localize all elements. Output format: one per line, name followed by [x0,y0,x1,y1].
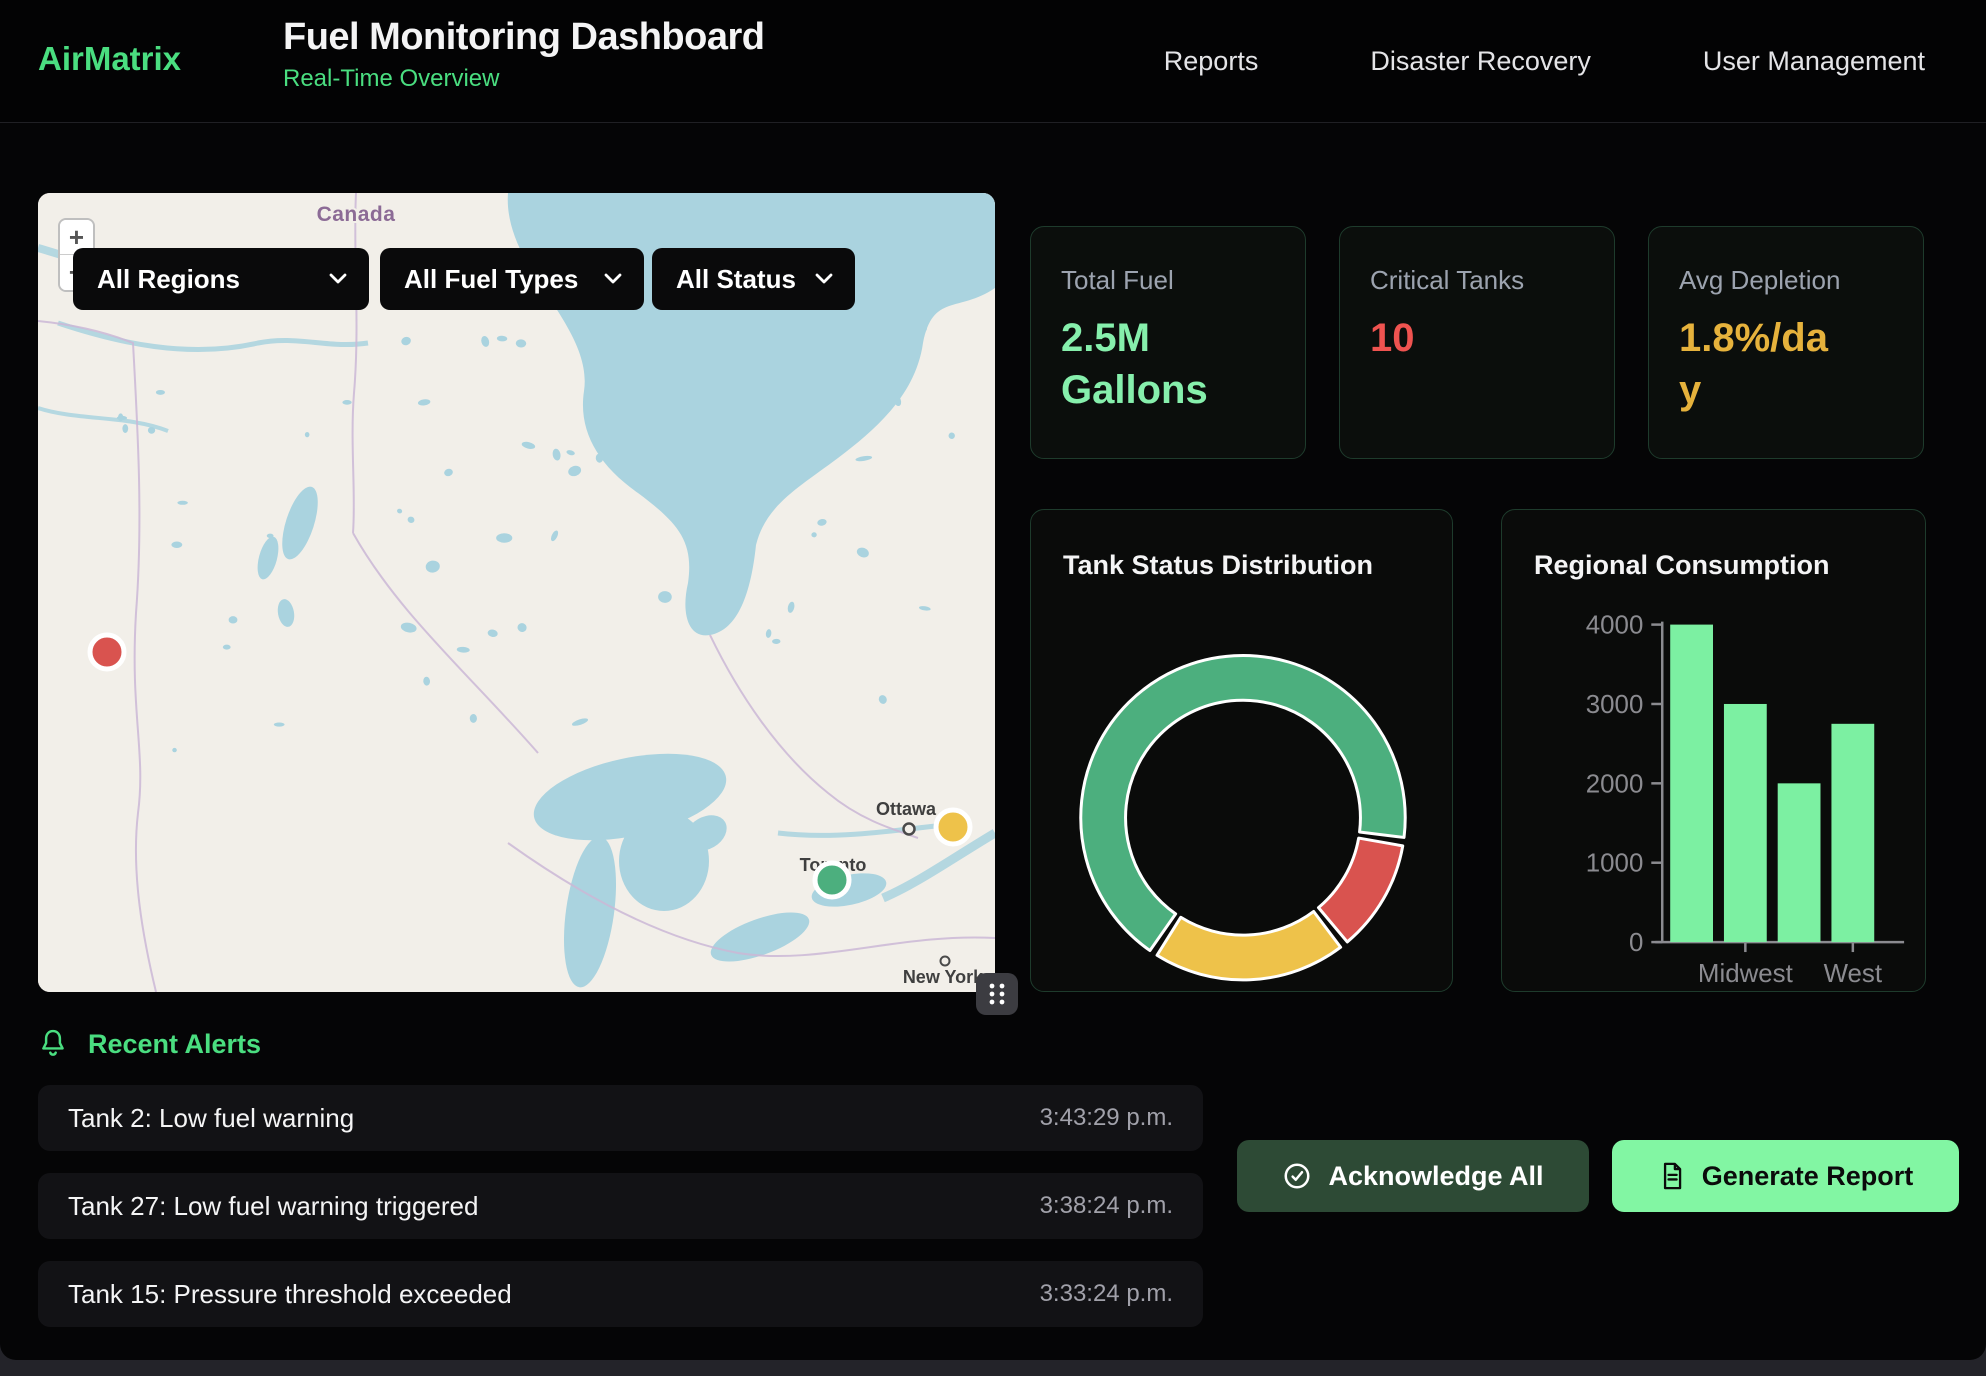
svg-text:0: 0 [1629,929,1643,957]
map-marker-normal[interactable] [815,863,849,897]
map-marker-critical[interactable] [90,635,124,669]
chevron-down-icon [604,273,622,285]
page-title: Fuel Monitoring Dashboard [283,16,764,59]
svg-text:West: West [1824,960,1882,988]
page-subtitle: Real-Time Overview [283,65,764,93]
stat-label: Total Fuel [1061,265,1275,296]
alert-row[interactable]: Tank 2: Low fuel warning 3:43:29 p.m. [38,1085,1203,1151]
filter-regions-value: All Regions [97,264,240,295]
nav-user-management[interactable]: User Management [1703,46,1925,77]
bell-icon [38,1028,68,1060]
stat-label: Critical Tanks [1370,265,1584,296]
map-label-ottawa: Ottawa [876,799,937,819]
nav-disaster-recovery[interactable]: Disaster Recovery [1370,46,1591,77]
stat-card-critical-tanks: Critical Tanks 10 [1339,226,1615,459]
map[interactable]: Canada Ottawa Toronto New York + − All R… [38,193,995,992]
svg-text:4000: 4000 [1586,612,1644,640]
stat-value: 10 [1370,312,1520,364]
alert-timestamp: 3:43:29 p.m. [1040,1104,1173,1132]
nav-reports[interactable]: Reports [1164,46,1259,77]
app-panel: AirMatrix Fuel Monitoring Dashboard Real… [0,0,1986,1360]
map-label-new-york: New York [903,967,984,987]
stat-card-total-fuel: Total Fuel 2.5M Gallons [1030,226,1306,459]
document-icon [1658,1161,1686,1191]
alert-row[interactable]: Tank 27: Low fuel warning triggered 3:38… [38,1173,1203,1239]
alert-timestamp: 3:33:24 p.m. [1040,1280,1173,1308]
filter-status-value: All Status [676,264,796,295]
map-marker-warning[interactable] [936,810,970,844]
map-drag-handle[interactable] [976,973,1018,1015]
title-block: Fuel Monitoring Dashboard Real-Time Over… [283,16,764,93]
regional-consumption-card: Regional Consumption 0 1000 2000 3000 4000 Mi… [1501,509,1926,992]
alert-message: Tank 27: Low fuel warning triggered [68,1191,478,1222]
generate-report-label: Generate Report [1702,1161,1914,1192]
stat-label: Avg Depletion [1679,265,1893,296]
svg-text:2000: 2000 [1586,770,1644,798]
main-nav: Reports Disaster Recovery User Managemen… [1164,0,1925,122]
map-city-dot-ottawa [904,824,915,835]
svg-text:3000: 3000 [1586,691,1644,719]
tank-status-donut-chart [1031,510,1452,991]
tank-status-title: Tank Status Distribution [1063,550,1373,581]
alert-row[interactable]: Tank 15: Pressure threshold exceeded 3:3… [38,1261,1203,1327]
header: AirMatrix Fuel Monitoring Dashboard Real… [0,0,1986,123]
stat-value: 1.8%/day [1679,312,1829,416]
filter-fuel-types-value: All Fuel Types [404,264,578,295]
stat-value: 2.5M Gallons [1061,312,1211,416]
dashboard-page: AirMatrix Fuel Monitoring Dashboard Real… [0,0,1986,1376]
map-label-canada: Canada [317,203,396,226]
filter-regions-dropdown[interactable]: All Regions [73,248,369,310]
map-canvas[interactable]: Canada Ottawa Toronto New York [38,193,995,992]
alerts-header: Recent Alerts [38,1028,261,1060]
regional-consumption-bar-chart: 0 1000 2000 3000 4000 Midwest West [1502,510,1925,991]
alerts-title: Recent Alerts [88,1029,261,1060]
acknowledge-all-button[interactable]: Acknowledge All [1237,1140,1589,1212]
chevron-down-icon [329,273,347,285]
svg-text:1000: 1000 [1586,850,1644,878]
chevron-down-icon [815,273,833,285]
svg-text:Midwest: Midwest [1698,960,1793,988]
regional-consumption-title: Regional Consumption [1534,550,1829,581]
acknowledge-all-label: Acknowledge All [1328,1161,1543,1192]
brand-logo[interactable]: AirMatrix [38,40,181,78]
alert-timestamp: 3:38:24 p.m. [1040,1192,1173,1220]
filter-status-dropdown[interactable]: All Status [652,248,855,310]
grip-dots-icon [984,980,1010,1008]
alert-message: Tank 15: Pressure threshold exceeded [68,1279,512,1310]
generate-report-button[interactable]: Generate Report [1612,1140,1959,1212]
map-city-dot-new-york [941,957,950,966]
tank-status-card: Tank Status Distribution [1030,509,1453,992]
filter-fuel-types-dropdown[interactable]: All Fuel Types [380,248,644,310]
alert-message: Tank 2: Low fuel warning [68,1103,354,1134]
check-circle-icon [1282,1161,1312,1191]
stat-card-avg-depletion: Avg Depletion 1.8%/day [1648,226,1924,459]
